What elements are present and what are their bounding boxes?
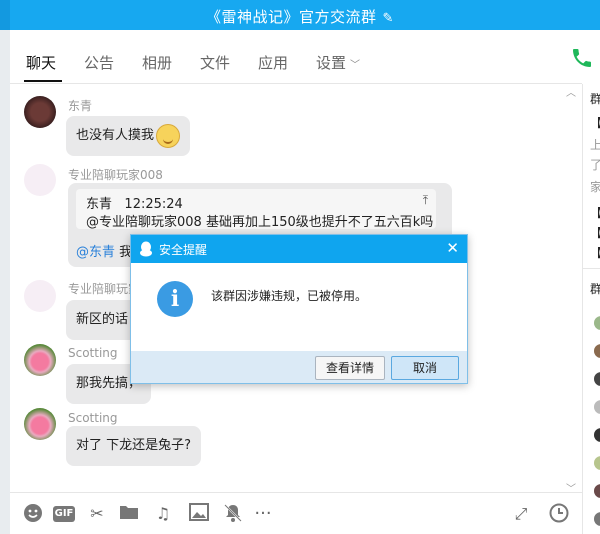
mute-bell-icon[interactable]	[222, 503, 244, 525]
message-bubble[interactable]: 也没有人摸我	[66, 116, 191, 156]
sender-name: 东青	[68, 99, 93, 113]
close-icon[interactable]: ✕	[446, 239, 459, 257]
tab-settings-label: 设置	[316, 54, 347, 72]
mention-link[interactable]: @东青	[76, 245, 115, 260]
quote-author: 东青	[86, 197, 113, 212]
scissors-icon[interactable]: ✂	[86, 503, 108, 525]
gif-icon[interactable]: GIF	[53, 506, 75, 522]
quote-text: @专业陪聊玩家008 基础再加上150级也提升不了五六百k吗	[86, 215, 434, 230]
group-info-panel: 群 【 上 了 家 【 【 【 群	[582, 84, 600, 534]
input-toolbar: GIF ✂ ♫ ··· ⤢	[10, 492, 582, 534]
panel-line: 【	[590, 244, 600, 261]
avatar[interactable]	[24, 408, 56, 440]
member-avatar[interactable]	[594, 484, 600, 498]
panel-line: 了	[590, 156, 600, 173]
member-avatar[interactable]	[594, 456, 600, 470]
quote-time: 12:25:24	[124, 197, 183, 212]
message-text: 也没有人摸我	[76, 128, 155, 143]
quote-header: 东青 12:25:24	[86, 193, 183, 212]
info-icon: i	[157, 281, 193, 317]
panel-line: 家	[590, 178, 600, 195]
member-avatar[interactable]	[594, 344, 600, 358]
panel-line: 【	[590, 114, 600, 131]
left-strip	[0, 30, 10, 534]
message-bubble[interactable]: 对了 下龙还是兔子?	[66, 426, 202, 466]
history-clock-icon[interactable]	[548, 503, 570, 525]
active-tab-indicator	[24, 80, 62, 82]
dialog-message: 该群因涉嫌违规，已被停用。	[211, 289, 368, 303]
member-avatar[interactable]	[594, 512, 600, 526]
message-bubble[interactable]: 新区的话	[66, 300, 139, 340]
edit-pencil-icon[interactable]: ✎	[383, 11, 394, 26]
cancel-button[interactable]: 取消	[391, 356, 459, 380]
members-title: 群	[590, 280, 600, 297]
divider	[583, 268, 600, 269]
more-icon[interactable]: ···	[252, 503, 274, 525]
image-icon[interactable]	[188, 503, 210, 525]
qq-penguin-icon	[139, 241, 153, 257]
message-text: 对了 下龙还是兔子?	[76, 438, 192, 453]
member-avatar[interactable]	[594, 428, 600, 442]
member-avatar[interactable]	[594, 372, 600, 386]
chevron-down-icon: ﹀	[350, 60, 361, 71]
avatar[interactable]	[24, 344, 56, 376]
dialog-header: 安全提醒 ✕	[131, 235, 467, 263]
avatar[interactable]	[24, 164, 56, 196]
panel-line: 【	[590, 204, 600, 221]
jump-to-top-icon[interactable]: ⤒	[423, 193, 428, 208]
smile-emoji-icon	[156, 123, 181, 148]
window-title-text: 《雷神战记》官方交流群	[206, 8, 377, 26]
tab-album[interactable]: 相册	[142, 52, 172, 73]
avatar[interactable]	[24, 280, 56, 312]
reply-line: @东青 我	[76, 241, 132, 260]
sender-name: 专业陪聊玩家008	[68, 168, 163, 182]
member-avatar[interactable]	[594, 400, 600, 414]
view-details-button[interactable]: 查看详情	[315, 356, 385, 380]
window-title[interactable]: 《雷神战记》官方交流群 ✎	[0, 6, 600, 27]
folder-icon[interactable]	[118, 503, 140, 525]
scroll-up-icon[interactable]: ︿	[566, 84, 576, 99]
sender-name: Scotting	[68, 411, 118, 425]
sender-name: Scotting	[68, 346, 118, 360]
tab-bar: 聊天 公告 相册 文件 应用 设置 ﹀	[10, 30, 582, 84]
tab-apps[interactable]: 应用	[258, 52, 288, 73]
expand-icon[interactable]: ⤢	[510, 503, 532, 525]
security-alert-dialog: 安全提醒 ✕ i 该群因涉嫌违规，已被停用。 查看详情 取消	[130, 234, 468, 384]
dialog-title: 安全提醒	[159, 243, 208, 257]
emoji-icon[interactable]	[22, 503, 44, 525]
message-text: 新区的话	[76, 312, 129, 327]
tab-announcement[interactable]: 公告	[84, 52, 114, 73]
quoted-message[interactable]: 东青 12:25:24 ⤒ @专业陪聊玩家008 基础再加上150级也提升不了五…	[76, 189, 436, 230]
tab-settings[interactable]: 设置 ﹀	[316, 52, 360, 73]
panel-line: 【	[590, 224, 600, 241]
title-bar: 《雷神战记》官方交流群 ✎	[0, 0, 600, 30]
tab-files[interactable]: 文件	[200, 52, 230, 73]
member-avatar[interactable]	[594, 316, 600, 330]
avatar[interactable]	[24, 96, 56, 128]
panel-line: 上	[590, 136, 600, 153]
panel-title: 群	[590, 90, 600, 107]
music-icon[interactable]: ♫	[152, 503, 174, 525]
phone-call-icon[interactable]	[570, 46, 594, 70]
tab-chat[interactable]: 聊天	[26, 52, 56, 73]
